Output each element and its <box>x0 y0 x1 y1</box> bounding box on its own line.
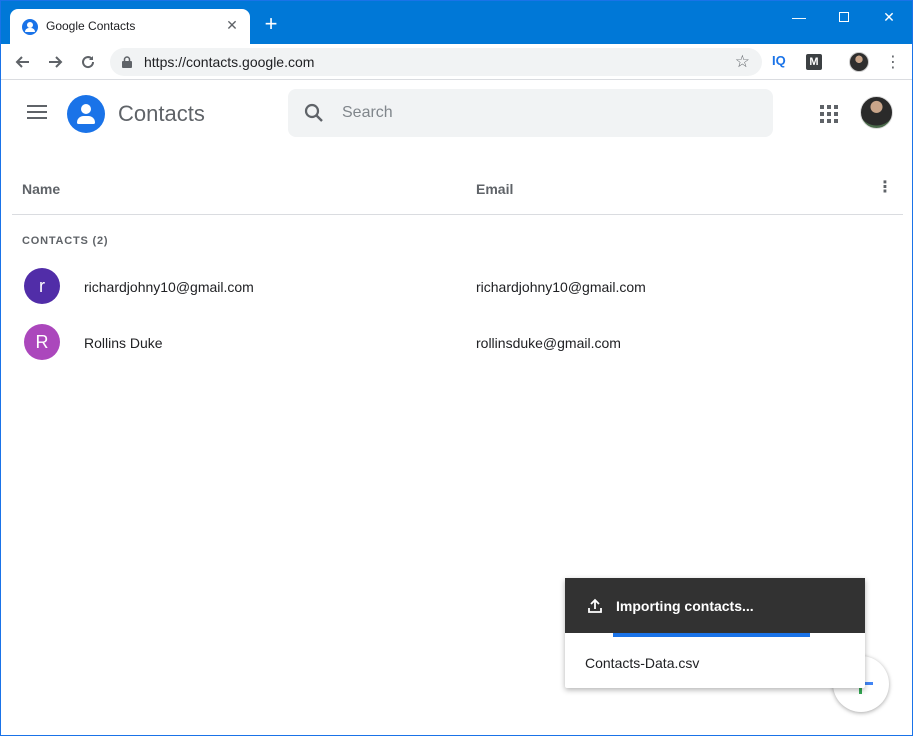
account-avatar[interactable] <box>860 96 893 129</box>
contacts-logo-icon[interactable] <box>67 95 105 133</box>
import-title: Importing contacts... <box>616 598 754 614</box>
import-progress-panel: Importing contacts... Contacts-Data.csv <box>565 578 865 688</box>
column-header-name[interactable]: Name <box>22 181 60 197</box>
main-menu-icon[interactable] <box>27 105 47 121</box>
app-title: Contacts <box>118 101 205 126</box>
contact-row[interactable]: r richardjohny10@gmail.com richardjohny1… <box>1 258 912 314</box>
contacts-favicon-icon <box>22 19 38 35</box>
url-text: https://contacts.google.com <box>144 54 315 70</box>
contact-email: richardjohny10@gmail.com <box>476 279 646 295</box>
more-options-icon[interactable]: ⋮ <box>877 177 893 197</box>
import-file-name: Contacts-Data.csv <box>585 655 700 671</box>
import-panel-header: Importing contacts... <box>565 578 865 633</box>
google-apps-icon[interactable] <box>820 105 838 123</box>
tab-title: Google Contacts <box>46 19 136 33</box>
browser-menu-icon[interactable]: ⋮ <box>885 52 901 72</box>
search-icon <box>304 103 323 122</box>
tab-close-icon[interactable]: ✕ <box>222 15 242 35</box>
lock-icon <box>122 56 132 68</box>
contact-name: Rollins Duke <box>84 335 163 351</box>
address-bar[interactable]: https://contacts.google.com ☆ <box>110 48 762 76</box>
tab-strip: Google Contacts ✕ + — ✕ <box>1 1 912 44</box>
contact-name: richardjohny10@gmail.com <box>84 279 254 295</box>
column-header-email[interactable]: Email <box>476 181 513 197</box>
profile-avatar[interactable] <box>849 52 869 72</box>
browser-toolbar: https://contacts.google.com ☆ IQ M ⋮ <box>1 44 912 80</box>
reload-icon[interactable] <box>76 50 100 74</box>
back-icon[interactable] <box>11 50 35 74</box>
import-progress-bar <box>613 633 810 637</box>
browser-window: Google Contacts ✕ + — ✕ https://contacts… <box>0 0 913 736</box>
contact-row[interactable]: R Rollins Duke rollinsduke@gmail.com <box>1 314 912 370</box>
app-header: Contacts Search <box>1 81 912 145</box>
bookmark-star-icon[interactable]: ☆ <box>735 52 750 72</box>
header-divider <box>12 214 903 215</box>
browser-tab[interactable]: Google Contacts ✕ <box>10 9 250 44</box>
iq-extension-icon[interactable]: IQ <box>772 53 786 68</box>
contact-email: rollinsduke@gmail.com <box>476 335 621 351</box>
new-tab-button[interactable]: + <box>259 13 283 37</box>
section-label: CONTACTS (2) <box>22 235 109 247</box>
maximize-icon <box>839 12 849 22</box>
avatar: r <box>24 268 60 304</box>
m-extension-icon[interactable]: M <box>806 54 822 70</box>
window-minimize-button[interactable]: — <box>784 7 814 27</box>
window-close-button[interactable]: ✕ <box>874 7 904 27</box>
upload-icon <box>588 598 602 613</box>
avatar: R <box>24 324 60 360</box>
window-maximize-button[interactable] <box>829 7 859 27</box>
search-input[interactable]: Search <box>288 89 773 137</box>
forward-icon[interactable] <box>43 50 67 74</box>
search-placeholder: Search <box>342 104 393 121</box>
